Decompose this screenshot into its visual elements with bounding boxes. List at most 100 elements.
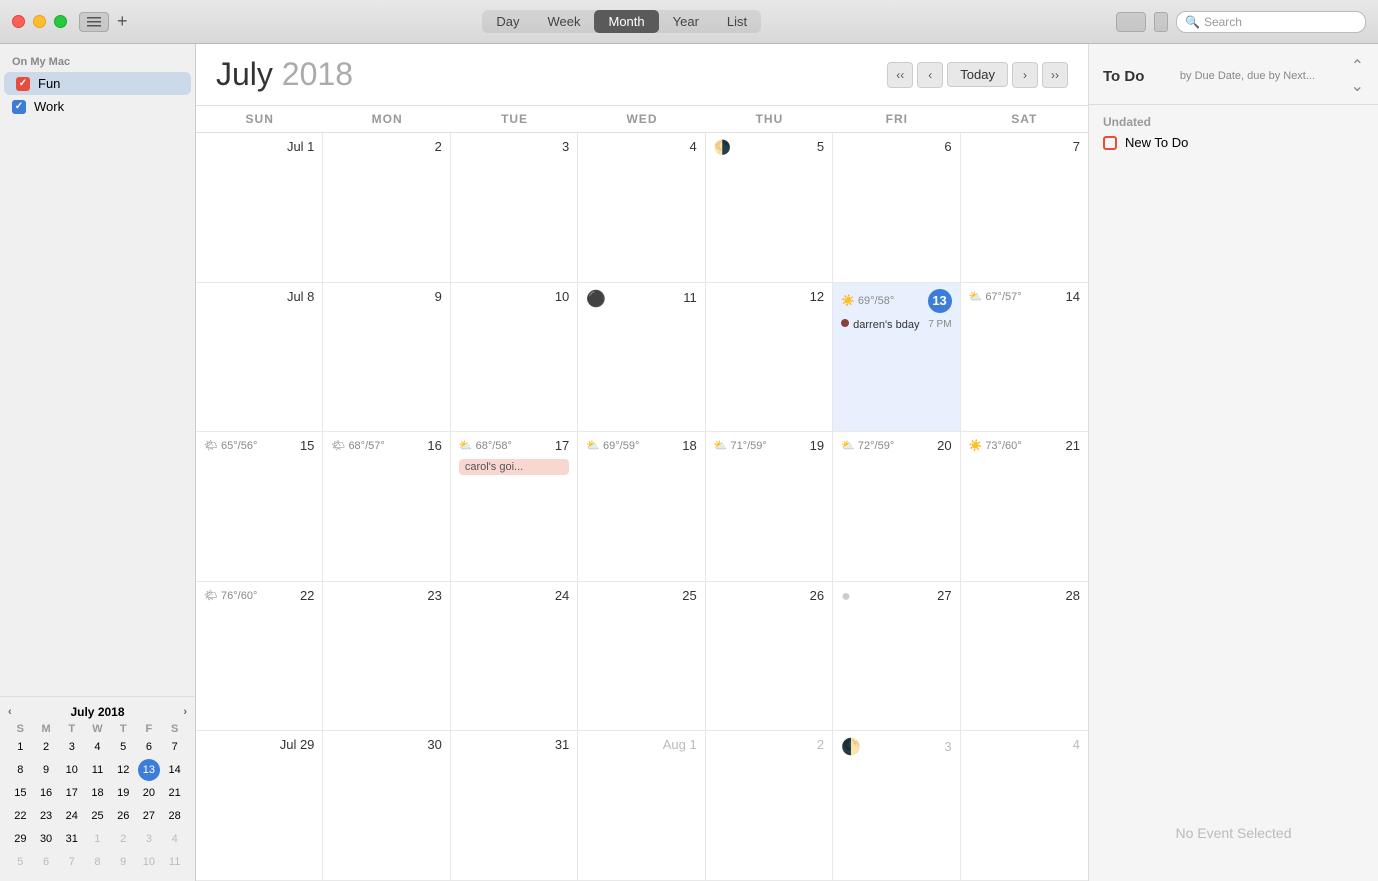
mini-day-25[interactable]: 25 <box>86 805 108 827</box>
mini-day-aug8[interactable]: 8 <box>86 851 108 873</box>
mini-day-30[interactable]: 30 <box>35 828 57 850</box>
mini-day-16[interactable]: 16 <box>35 782 57 804</box>
cell-aug2[interactable]: 2 <box>706 731 833 880</box>
todo-item-new[interactable]: New To Do <box>1103 135 1364 150</box>
cell-jul12[interactable]: 12 <box>706 283 833 432</box>
nav-prev-button[interactable]: ‹ <box>917 62 943 88</box>
cell-jul6[interactable]: 6 <box>833 133 960 282</box>
mini-day-26[interactable]: 26 <box>112 805 134 827</box>
mini-day-6[interactable]: 6 <box>138 736 160 758</box>
mini-day-19[interactable]: 19 <box>112 782 134 804</box>
cell-jul25[interactable]: 25 <box>578 582 705 731</box>
cell-jul9[interactable]: 9 <box>323 283 450 432</box>
tab-month[interactable]: Month <box>594 10 658 33</box>
cell-jul26[interactable]: 26 <box>706 582 833 731</box>
mini-day-7[interactable]: 7 <box>164 736 186 758</box>
mini-day-12[interactable]: 12 <box>112 759 134 781</box>
cell-jul19[interactable]: ⛅ 71°/59° 19 <box>706 432 833 581</box>
cell-jul14[interactable]: ⛅ 67°/57° 14 <box>961 283 1088 432</box>
tab-day[interactable]: Day <box>482 10 533 33</box>
mini-day-27[interactable]: 27 <box>138 805 160 827</box>
minimize-button[interactable] <box>33 15 46 28</box>
search-box[interactable]: 🔍 Search <box>1176 11 1366 33</box>
dropdown-button[interactable] <box>1154 12 1168 32</box>
todo-sort-button[interactable]: ⌃⌄ <box>1351 56 1364 96</box>
mini-day-31[interactable]: 31 <box>61 828 83 850</box>
mini-day-22[interactable]: 22 <box>9 805 31 827</box>
mini-day-aug10[interactable]: 10 <box>138 851 160 873</box>
mini-day-aug3[interactable]: 3 <box>138 828 160 850</box>
nav-next-button[interactable]: › <box>1012 62 1038 88</box>
mini-day-23[interactable]: 23 <box>35 805 57 827</box>
panel-toggle[interactable] <box>1116 12 1146 32</box>
mini-day-21[interactable]: 21 <box>164 782 186 804</box>
cell-jul2[interactable]: 2 <box>323 133 450 282</box>
fun-checkbox[interactable]: ✓ <box>16 77 30 91</box>
cell-jul3[interactable]: 3 <box>451 133 578 282</box>
mini-day-1[interactable]: 1 <box>9 736 31 758</box>
mini-day-5[interactable]: 5 <box>112 736 134 758</box>
cell-jul17[interactable]: ⛅ 68°/58° 17 carol's goi... <box>451 432 578 581</box>
event-carols-going[interactable]: carol's goi... <box>459 459 569 475</box>
mini-day-15[interactable]: 15 <box>9 782 31 804</box>
cell-jul28[interactable]: 28 <box>961 582 1088 731</box>
mini-day-13-today[interactable]: 13 <box>138 759 160 781</box>
cell-jul8[interactable]: Jul 8 <box>196 283 323 432</box>
nav-forward-2-button[interactable]: ›› <box>1042 62 1068 88</box>
cell-jul30[interactable]: 30 <box>323 731 450 880</box>
sidebar-toggle-icon[interactable] <box>79 12 109 32</box>
cell-jul31[interactable]: 31 <box>451 731 578 880</box>
mini-next-button[interactable]: › <box>183 706 187 718</box>
mini-day-17[interactable]: 17 <box>61 782 83 804</box>
mini-day-9[interactable]: 9 <box>35 759 57 781</box>
mini-day-2[interactable]: 2 <box>35 736 57 758</box>
cell-jul16[interactable]: 🌤 68°/57° 16 <box>323 432 450 581</box>
cell-jul13-today[interactable]: ☀️ 69°/58° 13 darren's bday 7 PM <box>833 283 960 432</box>
cell-jul11[interactable]: ⚫ 11 <box>578 283 705 432</box>
cell-jul4[interactable]: 4 <box>578 133 705 282</box>
mini-day-aug9[interactable]: 9 <box>112 851 134 873</box>
nav-back-2-button[interactable]: ‹‹ <box>887 62 913 88</box>
cell-jul24[interactable]: 24 <box>451 582 578 731</box>
mini-day-11[interactable]: 11 <box>86 759 108 781</box>
maximize-button[interactable] <box>54 15 67 28</box>
sidebar-item-fun[interactable]: ✓ Fun <box>4 72 191 95</box>
mini-day-29[interactable]: 29 <box>9 828 31 850</box>
mini-day-aug11[interactable]: 11 <box>164 851 186 873</box>
work-checkbox[interactable]: ✓ <box>12 100 26 114</box>
cell-jul1[interactable]: Jul 1 <box>196 133 323 282</box>
mini-day-aug7[interactable]: 7 <box>61 851 83 873</box>
cell-jul23[interactable]: 23 <box>323 582 450 731</box>
mini-day-3[interactable]: 3 <box>61 736 83 758</box>
cell-jul7[interactable]: 7 <box>961 133 1088 282</box>
mini-day-14[interactable]: 14 <box>164 759 186 781</box>
mini-day-8[interactable]: 8 <box>9 759 31 781</box>
tab-list[interactable]: List <box>713 10 761 33</box>
cell-aug3[interactable]: 🌓 3 <box>833 731 960 880</box>
today-button[interactable]: Today <box>947 62 1008 87</box>
mini-prev-button[interactable]: ‹ <box>8 706 12 718</box>
cell-aug1[interactable]: Aug 1 <box>578 731 705 880</box>
mini-day-aug6[interactable]: 6 <box>35 851 57 873</box>
cell-jul29[interactable]: Jul 29 <box>196 731 323 880</box>
cell-jul21[interactable]: ☀️ 73°/60° 21 <box>961 432 1088 581</box>
mini-day-aug4[interactable]: 4 <box>164 828 186 850</box>
cell-aug4[interactable]: 4 <box>961 731 1088 880</box>
mini-day-4[interactable]: 4 <box>86 736 108 758</box>
mini-day-10[interactable]: 10 <box>61 759 83 781</box>
todo-checkbox[interactable] <box>1103 136 1117 150</box>
mini-day-18[interactable]: 18 <box>86 782 108 804</box>
cell-jul20[interactable]: ⛅ 72°/59° 20 <box>833 432 960 581</box>
cell-jul10[interactable]: 10 <box>451 283 578 432</box>
mini-day-20[interactable]: 20 <box>138 782 160 804</box>
tab-week[interactable]: Week <box>533 10 594 33</box>
sidebar-item-work[interactable]: ✓ Work <box>0 95 195 118</box>
mini-day-aug1[interactable]: 1 <box>86 828 108 850</box>
add-calendar-button[interactable]: + <box>117 11 128 32</box>
mini-day-aug5[interactable]: 5 <box>9 851 31 873</box>
close-button[interactable] <box>12 15 25 28</box>
cell-jul5[interactable]: 🌗 5 <box>706 133 833 282</box>
event-darrens-bday[interactable]: darren's bday 7 PM <box>841 319 951 331</box>
cell-jul18[interactable]: ⛅ 69°/59° 18 <box>578 432 705 581</box>
mini-day-24[interactable]: 24 <box>61 805 83 827</box>
